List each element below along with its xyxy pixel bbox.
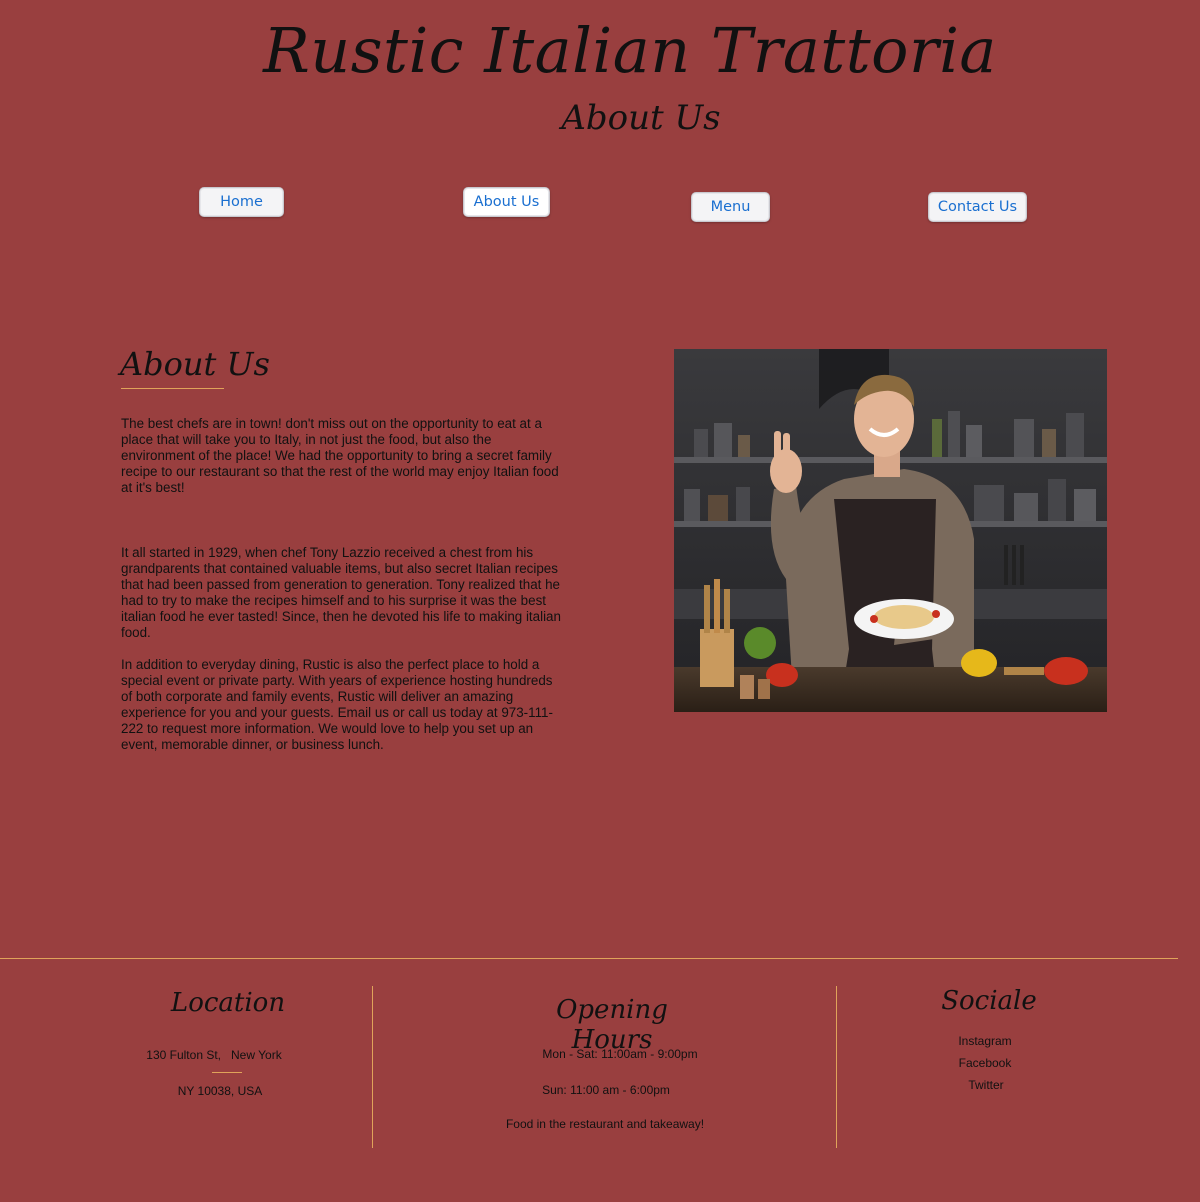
social-link-facebook[interactable]: Facebook: [935, 1056, 1035, 1070]
footer-divider-1: [372, 986, 373, 1148]
nav-contact-button[interactable]: Contact Us: [928, 192, 1027, 222]
social-link-instagram[interactable]: Instagram: [935, 1034, 1035, 1048]
nav-menu-button[interactable]: Menu: [691, 192, 770, 222]
site-title: Rustic Italian Trattoria: [263, 14, 997, 87]
hours-note: Food in the restaurant and takeaway!: [505, 1117, 705, 1131]
location-street: 130 Fulton St, New York: [146, 1048, 282, 1062]
about-heading: About Us: [120, 345, 270, 383]
about-paragraph-3: In addition to everyday dining, Rustic i…: [121, 657, 553, 752]
about-paragraph-2: It all started in 1929, when chef Tony L…: [121, 545, 561, 640]
hours-heading: Opening Hours: [556, 995, 668, 1055]
social-link-twitter[interactable]: Twitter: [936, 1078, 1036, 1092]
footer-rule: [0, 958, 1178, 959]
nav-home-button[interactable]: Home: [199, 187, 284, 217]
location-heading: Location: [170, 988, 286, 1018]
hours-weekday: Mon - Sat: 11:00am - 9:00pm: [542, 1047, 698, 1061]
location-divider: [212, 1072, 242, 1073]
nav-about-button[interactable]: About Us: [463, 187, 550, 217]
about-paragraph-1: The best chefs are in town! don't miss o…: [121, 416, 559, 495]
hours-sunday: Sun: 11:00 am - 6:00pm: [542, 1083, 670, 1097]
location-city: NY 10038, USA: [177, 1084, 263, 1098]
social-heading: Sociale: [941, 986, 1037, 1016]
chef-photo: [674, 349, 1107, 712]
page-subtitle: About Us: [561, 98, 721, 138]
footer-divider-2: [836, 986, 837, 1148]
about-heading-underline: [121, 388, 224, 389]
